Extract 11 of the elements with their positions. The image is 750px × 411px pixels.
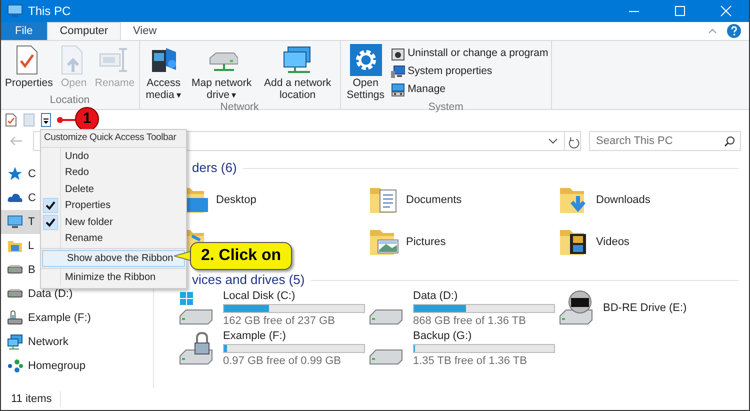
free-space-text: 162 GB free of 237 GB [223,314,336,328]
group-label: Network [219,101,260,115]
status-text: 11 items [11,390,61,408]
free-space-text: 1.35 TB free of 1.36 TB [413,354,528,368]
free-space-text: 868 GB free of 1.36 TB [413,314,527,328]
group-label: Location [48,94,91,108]
group-label: System [427,101,464,115]
callout-label: 2. Click on [190,242,292,270]
menu-title: Customize Quick Access Toolbar [41,130,186,148]
window-title: This PC [28,3,71,20]
free-space-text: 0.97 GB free of 0.99 GB [223,354,342,368]
